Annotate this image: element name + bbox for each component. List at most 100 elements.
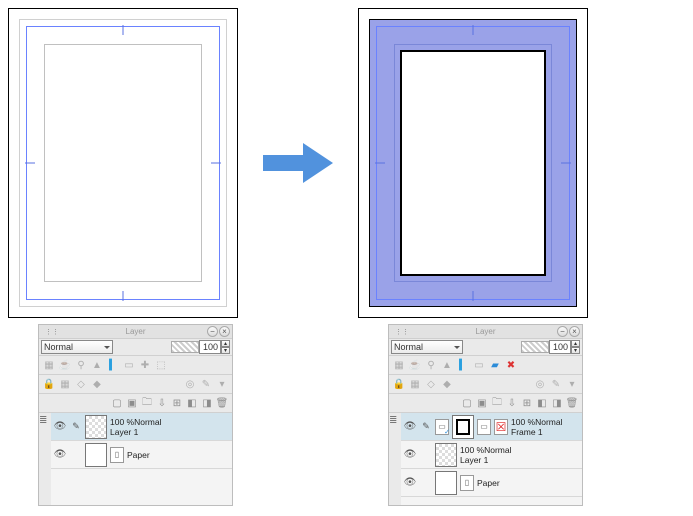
lock-alpha-icon[interactable]: ▦ [392, 358, 406, 372]
delete-ruler-icon[interactable]: ✖ [504, 358, 518, 372]
lock-pos-icon[interactable]: ◇ [74, 377, 88, 391]
crop-mark-top [123, 25, 124, 35]
lock-icon[interactable]: 🔒 [42, 377, 56, 391]
minimize-button[interactable]: − [207, 326, 218, 337]
layer-thumbnail[interactable] [435, 471, 457, 495]
panel-title: Layer [475, 327, 495, 336]
lock-alpha-icon[interactable]: ▦ [42, 358, 56, 372]
close-button[interactable]: × [219, 326, 230, 337]
opacity-input[interactable]: 100 [199, 340, 221, 354]
lock-icon[interactable]: 🔒 [392, 377, 406, 391]
reference-icon[interactable]: ◎ [533, 377, 547, 391]
blend-mode-select[interactable]: Normal [41, 340, 113, 354]
close-button[interactable]: × [569, 326, 580, 337]
transfer-down-button[interactable]: ⇩ [155, 396, 169, 410]
safe-guide [394, 44, 552, 282]
mask-button[interactable]: ◧ [535, 396, 549, 410]
opacity-down[interactable]: ▾ [221, 347, 230, 354]
effect-icon[interactable]: ✚ [138, 358, 152, 372]
paper-badge-icon: ▯ [460, 475, 474, 491]
new-folder-button[interactable]: 🗀 [490, 396, 504, 410]
visibility-toggle[interactable]: 👁 [403, 449, 417, 460]
paper-badge-icon: ▯ [110, 447, 124, 463]
new-layer-2-button[interactable]: ▣ [475, 396, 489, 410]
layer-row[interactable]: 👁 ▯ Paper [401, 469, 582, 497]
opacity-down[interactable]: ▾ [571, 347, 580, 354]
layer-thumbnail[interactable] [85, 415, 107, 439]
mug-icon[interactable]: ☕ [408, 358, 422, 372]
minimize-button[interactable]: − [557, 326, 568, 337]
layer-toolbar: ▢ ▣ 🗀 ⇩ ⊞ ◧ ◨ 🗑 [389, 394, 582, 413]
layer-thumbnail[interactable] [85, 443, 107, 467]
lock-pos-icon[interactable]: ◇ [424, 377, 438, 391]
crop-mark-left [375, 163, 385, 164]
layer-color-icon[interactable]: ▍ [456, 358, 470, 372]
layer-row[interactable]: 👁 ▯ Paper [51, 441, 232, 469]
menu-icon[interactable]: ▾ [565, 377, 579, 391]
pin-icon[interactable]: ⚲ [424, 358, 438, 372]
layer-property-row: ▦ ☕ ⚲ ▲ ▍ ▭ ✚ ⬚ [39, 356, 232, 375]
draft-icon[interactable]: ✎ [549, 377, 563, 391]
mask-badge-icon: ☒ [494, 419, 508, 435]
canvas-after [358, 8, 588, 318]
new-folder-button[interactable]: 🗀 [140, 396, 154, 410]
layer-name[interactable]: Frame 1 [511, 427, 563, 437]
apply-mask-button[interactable]: ◨ [550, 396, 564, 410]
opacity-slider[interactable] [521, 341, 549, 353]
paint-icon[interactable]: ▲ [440, 358, 454, 372]
draft-icon[interactable]: ✎ [199, 377, 213, 391]
layer-thumbnail[interactable] [435, 443, 457, 467]
combine-button[interactable]: ⊞ [170, 396, 184, 410]
pin-icon[interactable]: ⚲ [74, 358, 88, 372]
border-icon[interactable]: ▭ [472, 358, 486, 372]
visibility-toggle[interactable]: 👁 [53, 449, 67, 460]
layer-row[interactable]: 👁 ✎ ▭✓ ▭ ☒ 100 %Normal Frame 1 [401, 413, 582, 441]
paint-icon[interactable]: ▲ [90, 358, 104, 372]
opacity-up[interactable]: ▴ [571, 340, 580, 347]
layer-name[interactable]: Layer 1 [110, 427, 162, 437]
visibility-toggle[interactable]: 👁 [403, 477, 417, 488]
layer-name[interactable]: Paper [127, 450, 150, 460]
layer-sidebar-icon: ≣ [389, 413, 401, 505]
layer-name[interactable]: Paper [477, 478, 500, 488]
new-layer-button[interactable]: ▢ [460, 396, 474, 410]
panel-header[interactable]: ⋮⋮ Layer − × [39, 325, 232, 339]
extract-icon[interactable]: ⬚ [154, 358, 168, 372]
layer-sidebar-icon: ≣ [39, 413, 51, 505]
new-layer-2-button[interactable]: ▣ [125, 396, 139, 410]
new-layer-button[interactable]: ▢ [110, 396, 124, 410]
edit-indicator: ✎ [70, 421, 82, 432]
ruler-icon[interactable]: ▰ [488, 358, 502, 372]
layer-property-row: ▦ ☕ ⚲ ▲ ▍ ▭ ▰ ✖ [389, 356, 582, 375]
visibility-toggle[interactable]: 👁 [403, 421, 417, 432]
lock-all-icon[interactable]: ◆ [90, 377, 104, 391]
opacity-input[interactable]: 100 [549, 340, 571, 354]
transfer-down-button[interactable]: ⇩ [505, 396, 519, 410]
visibility-toggle[interactable]: 👁 [53, 421, 67, 432]
lock-trans-icon[interactable]: ▦ [58, 377, 72, 391]
layer-toolbar: ▢ ▣ 🗀 ⇩ ⊞ ◧ ◨ 🗑 [39, 394, 232, 413]
layer-name[interactable]: Layer 1 [460, 455, 512, 465]
delete-button[interactable]: 🗑 [565, 396, 579, 410]
panel-header[interactable]: ⋮⋮ Layer − × [389, 325, 582, 339]
combine-button[interactable]: ⊞ [520, 396, 534, 410]
mug-icon[interactable]: ☕ [58, 358, 72, 372]
lock-trans-icon[interactable]: ▦ [408, 377, 422, 391]
layer-thumbnail[interactable] [452, 415, 474, 439]
safe-guide [44, 44, 202, 282]
layer-color-icon[interactable]: ▍ [106, 358, 120, 372]
delete-button[interactable]: 🗑 [215, 396, 229, 410]
crop-mark-right [211, 163, 221, 164]
opacity-up[interactable]: ▴ [221, 340, 230, 347]
apply-mask-button[interactable]: ◨ [200, 396, 214, 410]
menu-icon[interactable]: ▾ [215, 377, 229, 391]
lock-all-icon[interactable]: ◆ [440, 377, 454, 391]
layer-row[interactable]: 👁 ✎ 100 %Normal Layer 1 [51, 413, 232, 441]
mask-button[interactable]: ◧ [185, 396, 199, 410]
border-icon[interactable]: ▭ [122, 358, 136, 372]
opacity-slider[interactable] [171, 341, 199, 353]
layer-meta: 100 %Normal [110, 417, 162, 427]
blend-mode-select[interactable]: Normal [391, 340, 463, 354]
reference-icon[interactable]: ◎ [183, 377, 197, 391]
layer-row[interactable]: 👁 100 %Normal Layer 1 [401, 441, 582, 469]
